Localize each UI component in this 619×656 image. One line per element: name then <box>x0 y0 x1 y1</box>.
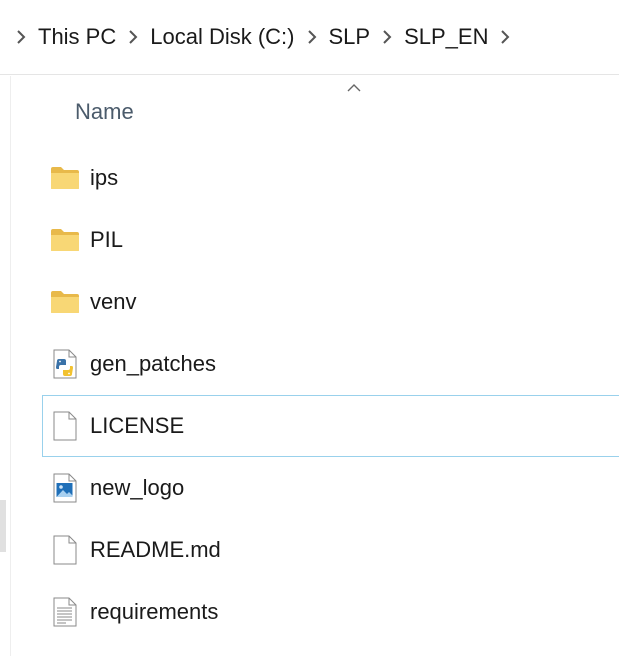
navigation-pane-scrollbar[interactable] <box>0 500 6 552</box>
breadcrumb: This PC Local Disk (C:) SLP SLP_EN <box>0 0 619 75</box>
breadcrumb-item-this-pc[interactable]: This PC <box>32 22 122 52</box>
column-header-name[interactable]: Name <box>75 98 134 126</box>
blank-file-icon <box>50 535 80 565</box>
file-name: ips <box>90 165 119 190</box>
file-name: gen_patches <box>90 351 216 376</box>
sort-ascending-icon <box>347 84 361 92</box>
file-name: venv <box>90 289 137 314</box>
file-name: new_logo <box>90 475 185 500</box>
list-item[interactable]: venv <box>42 271 619 333</box>
file-name: LICENSE <box>90 413 185 438</box>
list-item[interactable]: requirements <box>42 581 619 643</box>
folder-icon <box>50 225 80 255</box>
breadcrumb-chevron-icon[interactable] <box>301 22 323 52</box>
breadcrumb-chevron-icon[interactable] <box>122 22 144 52</box>
breadcrumb-chevron-icon[interactable] <box>494 22 516 52</box>
list-item[interactable]: README.md <box>42 519 619 581</box>
list-item-focused[interactable]: LICENSE <box>42 395 619 457</box>
list-item[interactable]: new_logo <box>42 457 619 519</box>
text-file-icon <box>50 597 80 627</box>
list-item[interactable]: ips <box>42 147 619 209</box>
breadcrumb-item-slp[interactable]: SLP <box>323 22 377 52</box>
file-name: PIL <box>90 227 124 252</box>
list-item[interactable]: PIL <box>42 209 619 271</box>
list-item[interactable]: gen_patches <box>42 333 619 395</box>
file-list: ips PIL venv gen_patches LICENSE new_log… <box>42 147 619 643</box>
blank-file-icon <box>50 411 80 441</box>
breadcrumb-item-slp-en[interactable]: SLP_EN <box>398 22 494 52</box>
file-name: README.md <box>90 537 221 562</box>
breadcrumb-item-local-disk[interactable]: Local Disk (C:) <box>144 22 300 52</box>
folder-icon <box>50 163 80 193</box>
folder-icon <box>50 287 80 317</box>
column-header-row: Name <box>11 76 619 146</box>
breadcrumb-chevron-icon[interactable] <box>376 22 398 52</box>
image-file-icon <box>50 473 80 503</box>
python-file-icon <box>50 349 80 379</box>
breadcrumb-chevron-icon[interactable] <box>10 22 32 52</box>
file-name: requirements <box>90 599 219 624</box>
pane-divider <box>10 76 11 656</box>
